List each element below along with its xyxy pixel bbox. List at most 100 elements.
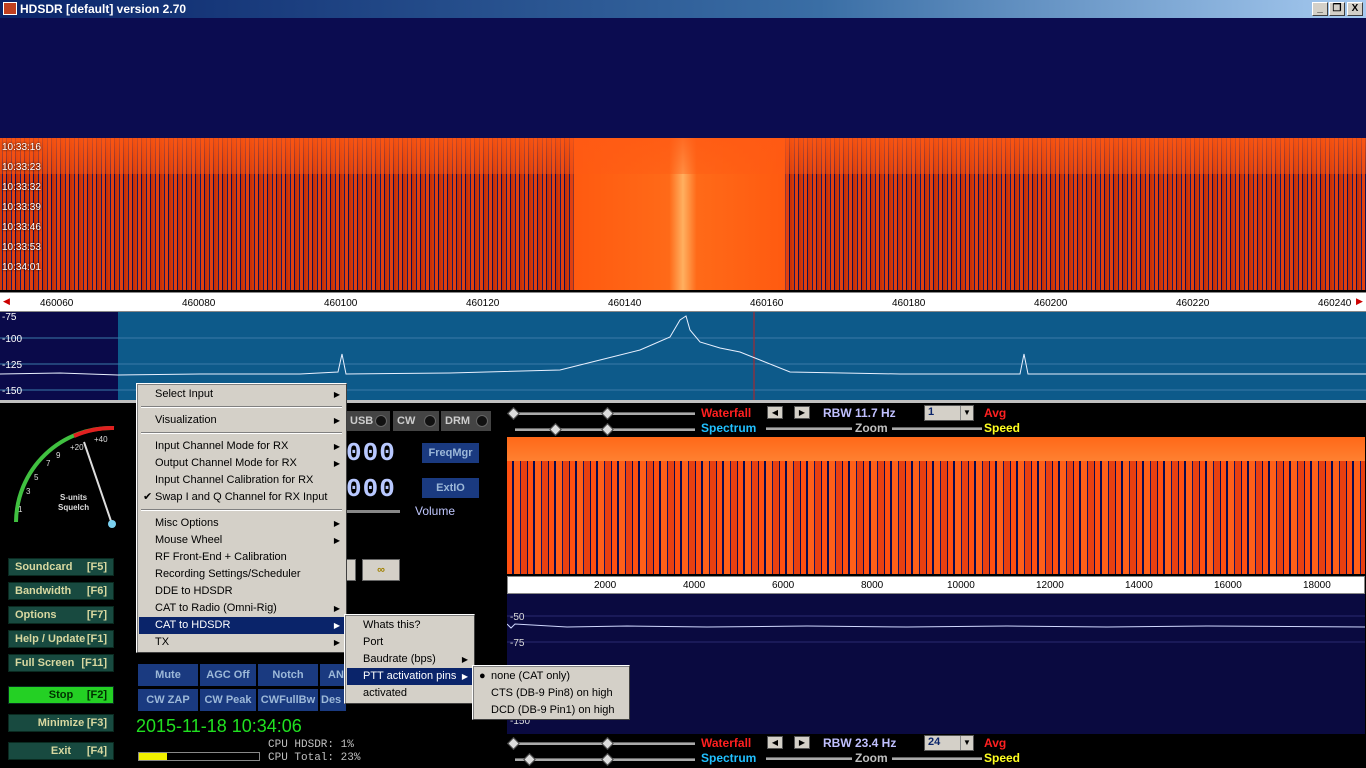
menu-item-port[interactable]: Port bbox=[347, 634, 472, 651]
minimize-window-button[interactable]: _ bbox=[1312, 2, 1328, 16]
button-label: Stop bbox=[48, 689, 74, 701]
menu-item-whats-this[interactable]: Whats this? bbox=[347, 617, 472, 634]
menu-item-activated[interactable]: activated bbox=[347, 685, 472, 702]
loop-icon[interactable]: ∞ bbox=[362, 559, 400, 581]
menu-item-label: Input Channel Mode for RX bbox=[155, 440, 289, 452]
volume-slider[interactable] bbox=[346, 510, 400, 513]
slider-thumb[interactable] bbox=[601, 423, 614, 436]
mode-drm-button[interactable]: DRM bbox=[441, 411, 491, 431]
af-frequency-scale[interactable]: 2000 4000 6000 8000 10000 12000 14000 16… bbox=[507, 576, 1365, 594]
waterfall-brightness-row bbox=[507, 406, 697, 420]
slider-thumb[interactable] bbox=[549, 423, 562, 436]
smeter-label: +40 bbox=[94, 435, 108, 444]
freq-tick-label: 460080 bbox=[182, 298, 216, 309]
rbw-label: RBW 11.7 Hz bbox=[823, 406, 896, 420]
lo-frequency-display[interactable]: 000 bbox=[346, 438, 396, 468]
af-speed-slider[interactable] bbox=[892, 757, 982, 760]
mode-cw-button[interactable]: CW bbox=[393, 411, 439, 431]
slider-thumb[interactable] bbox=[507, 407, 520, 420]
cw-fullbw-button[interactable]: CWFullBw bbox=[258, 689, 318, 711]
close-window-button[interactable]: X bbox=[1347, 2, 1363, 16]
menu-item-ptt-cts[interactable]: CTS (DB-9 Pin8) on high bbox=[475, 685, 627, 702]
speed-slider[interactable] bbox=[892, 427, 982, 430]
minimize-button[interactable]: Minimize [F3] bbox=[8, 714, 114, 732]
menu-item-baudrate[interactable]: Baudrate (bps) ▶ bbox=[347, 651, 472, 668]
slider-thumb[interactable] bbox=[523, 753, 536, 766]
submenu-arrow-icon: ▶ bbox=[333, 416, 340, 425]
soundcard-button[interactable]: Soundcard [F5] bbox=[8, 558, 114, 576]
avg-select[interactable]: 1 ▼ bbox=[924, 405, 974, 421]
menu-item-recording-settings[interactable]: Recording Settings/Scheduler bbox=[139, 566, 344, 583]
options-button[interactable]: Options [F7] bbox=[8, 606, 114, 624]
menu-item-label: DCD (DB-9 Pin1) on high bbox=[491, 704, 615, 716]
rf-waterfall[interactable]: 10:33:16 10:33:23 10:33:32 10:33:39 10:3… bbox=[0, 18, 1366, 290]
menu-item-select-input[interactable]: Select Input ▶ bbox=[139, 386, 344, 403]
freq-tick-label: 460060 bbox=[40, 298, 74, 309]
menu-item-misc-options[interactable]: Misc Options ▶ bbox=[139, 515, 344, 532]
freqmgr-button[interactable]: FreqMgr bbox=[422, 443, 479, 463]
zoom-slider[interactable] bbox=[766, 427, 852, 430]
hotkey-label: [F3] bbox=[86, 717, 107, 729]
cw-zap-button[interactable]: CW ZAP bbox=[138, 689, 198, 711]
frequency-scale[interactable]: ◀ ▶ 460060 460080 460100 460120 460140 4… bbox=[0, 292, 1366, 312]
menu-item-output-channel-mode[interactable]: Output Channel Mode for RX ▶ bbox=[139, 455, 344, 472]
smeter-units-label: S-units bbox=[60, 493, 88, 502]
menu-item-ptt-pins[interactable]: PTT activation pins ▶ bbox=[347, 668, 472, 685]
full-screen-button[interactable]: Full Screen [F11] bbox=[8, 654, 114, 672]
mode-usb-label: USB bbox=[350, 415, 374, 427]
mute-button[interactable]: Mute bbox=[138, 664, 198, 686]
cw-peak-button[interactable]: CW Peak bbox=[200, 689, 256, 711]
mode-usb-button[interactable]: USB bbox=[346, 411, 390, 431]
extio-button[interactable]: ExtIO bbox=[422, 478, 479, 498]
submenu-arrow-icon: ▶ bbox=[461, 672, 468, 681]
help-update-button[interactable]: Help / Update [F1] bbox=[8, 630, 114, 648]
an-button[interactable]: AN bbox=[320, 664, 344, 686]
af-spectrum[interactable]: -50 -75 -150 bbox=[506, 594, 1366, 734]
button-label: Minimize bbox=[37, 717, 85, 729]
db-label: -150 bbox=[2, 386, 23, 397]
scroll-right-icon[interactable]: ▶ bbox=[1356, 296, 1363, 307]
maximize-window-button[interactable]: ❐ bbox=[1329, 2, 1345, 16]
menu-item-cat-to-hdsdr[interactable]: CAT to HDSDR ▶ bbox=[139, 617, 344, 634]
slider-thumb[interactable] bbox=[601, 753, 614, 766]
waterfall-timestamp: 10:33:32 bbox=[2, 182, 41, 193]
menu-item-tx[interactable]: TX ▶ bbox=[139, 634, 344, 651]
bandwidth-button[interactable]: Bandwidth [F6] bbox=[8, 582, 114, 600]
af-waterfall[interactable] bbox=[507, 437, 1365, 574]
af-rbw-increase-button[interactable]: ▶ bbox=[794, 736, 810, 749]
slider-thumb[interactable] bbox=[601, 407, 614, 420]
menu-item-dde[interactable]: DDE to HDSDR bbox=[139, 583, 344, 600]
waterfall-band bbox=[0, 138, 1366, 174]
menu-item-ptt-none[interactable]: ● none (CAT only) bbox=[475, 668, 627, 685]
submenu-arrow-icon: ▶ bbox=[333, 390, 340, 399]
rbw-decrease-button[interactable]: ◀ bbox=[767, 406, 783, 419]
waterfall-timestamp: 10:34:01 bbox=[2, 262, 41, 273]
app-icon[interactable] bbox=[3, 2, 17, 15]
af-rbw-decrease-button[interactable]: ◀ bbox=[767, 736, 783, 749]
menu-item-swap-iq[interactable]: ✔ Swap I and Q Channel for RX Input bbox=[139, 489, 344, 506]
af-avg-select[interactable]: 24 ▼ bbox=[924, 735, 974, 751]
af-zoom-slider[interactable] bbox=[766, 757, 852, 760]
menu-item-input-channel-mode[interactable]: Input Channel Mode for RX ▶ bbox=[139, 438, 344, 455]
menu-item-ptt-dcd[interactable]: DCD (DB-9 Pin1) on high bbox=[475, 702, 627, 719]
menu-item-mouse-wheel[interactable]: Mouse Wheel ▶ bbox=[139, 532, 344, 549]
menu-item-input-channel-calibration[interactable]: Input Channel Calibration for RX bbox=[139, 472, 344, 489]
stop-button[interactable]: Stop [F2] bbox=[8, 686, 114, 704]
menu-item-visualization[interactable]: Visualization ▶ bbox=[139, 412, 344, 429]
agc-off-button[interactable]: AGC Off bbox=[200, 664, 256, 686]
toggle-button[interactable] bbox=[346, 559, 356, 581]
waterfall-timestamp: 10:33:46 bbox=[2, 222, 41, 233]
notch-button[interactable]: Notch bbox=[258, 664, 318, 686]
slider-thumb[interactable] bbox=[507, 737, 520, 750]
exit-button[interactable]: Exit [F4] bbox=[8, 742, 114, 760]
menu-item-cat-omnirig[interactable]: CAT to Radio (Omni-Rig) ▶ bbox=[139, 600, 344, 617]
menu-item-rf-frontend[interactable]: RF Front-End + Calibration bbox=[139, 549, 344, 566]
menu-item-label: CAT to Radio (Omni-Rig) bbox=[155, 602, 277, 614]
options-menu: Select Input ▶ Visualization ▶ Input Chann… bbox=[136, 383, 347, 653]
rbw-increase-button[interactable]: ▶ bbox=[794, 406, 810, 419]
slider-thumb[interactable] bbox=[601, 737, 614, 750]
tune-frequency-display[interactable]: 000 bbox=[346, 474, 396, 504]
menu-item-label: Select Input bbox=[155, 388, 214, 400]
scroll-left-icon[interactable]: ◀ bbox=[3, 296, 10, 307]
des-button[interactable]: Des bbox=[320, 689, 346, 711]
